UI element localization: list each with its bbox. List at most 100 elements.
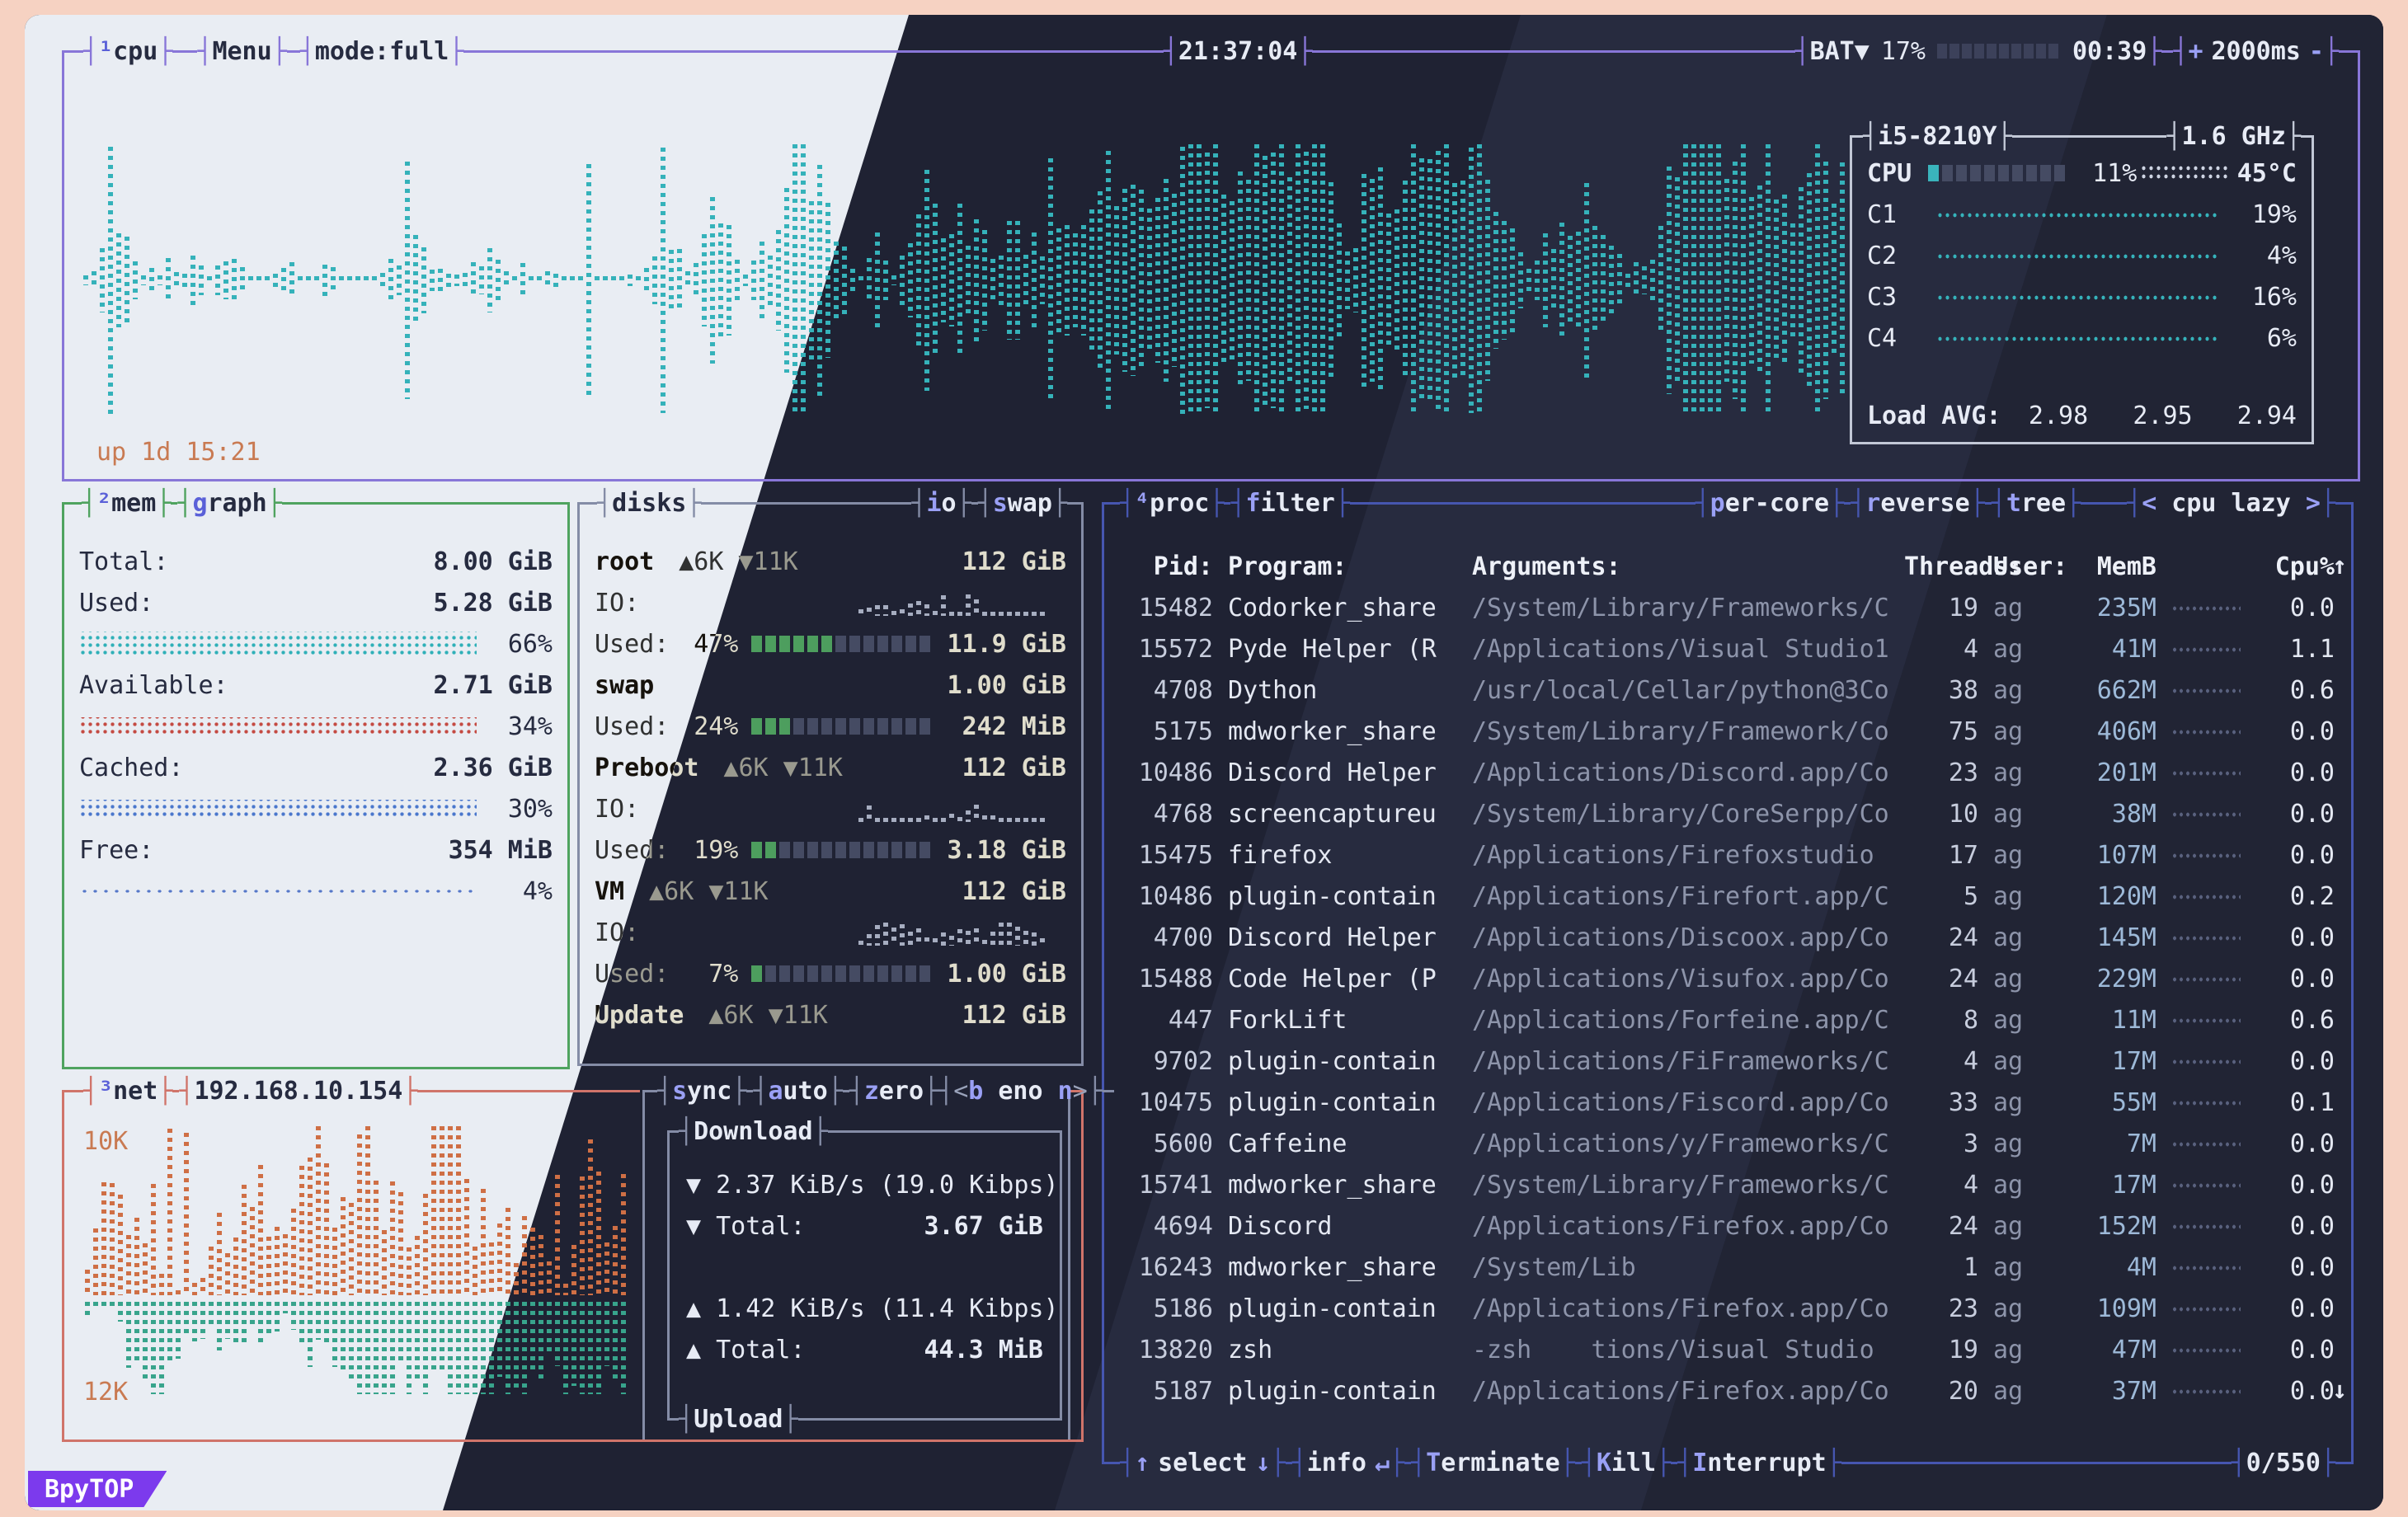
box-border-line (1286, 1462, 1292, 1464)
process-row[interactable]: 15488Code Helper (P/Applications/Visufox… (1104, 958, 2351, 999)
proc-cell-mem: 47M (2058, 1336, 2156, 1364)
net-button-sync[interactable]: sync (657, 1077, 746, 1106)
process-cpu-mini-graph (2171, 1139, 2241, 1148)
box-border-line (1067, 502, 1084, 505)
iface-prev-button[interactable]: b (968, 1077, 983, 1106)
interval-value: 2000ms (2212, 37, 2301, 66)
tree-toggle[interactable]: tree (1992, 489, 2081, 518)
proc-cell-pid: 4700 (1121, 923, 1213, 952)
process-row[interactable]: 5186plugin-contain/Applications/Firefox.… (1104, 1288, 2351, 1329)
proc-cell-cpu: 0.0 (2244, 841, 2335, 870)
menu-button[interactable]: Menu (197, 37, 286, 66)
interrupt-button[interactable]: Interrupt (1677, 1449, 1841, 1477)
disk-io-speeds: ▲6K ▼11K (649, 877, 769, 906)
process-row[interactable]: 4768screencaptureu/System/Library/CoreSe… (1104, 793, 2351, 834)
process-table-header: Pid: Program: Arguments: Threads: User: … (1104, 546, 2351, 587)
reverse-toggle[interactable]: reverse (1851, 489, 1985, 518)
terminate-button[interactable]: Terminate (1411, 1449, 1575, 1477)
process-row[interactable]: 16243mdworker_share/System/Lib1ag4M0.0 (1104, 1247, 2351, 1288)
disks-tab-io[interactable]: io (911, 489, 971, 518)
process-row[interactable]: 10486plugin-contain/Applications/Firefor… (1104, 876, 2351, 917)
disk-used-row: Used: 19%3.18 GiB (580, 829, 1081, 871)
process-row[interactable]: 10475plugin-contain/Applications/Fiscord… (1104, 1082, 2351, 1123)
sort-direction-arrow[interactable]: ↑ (2332, 546, 2347, 587)
proc-cell-graph (2171, 891, 2229, 901)
download-header: Download (667, 1115, 1062, 1148)
interval-decrease-button[interactable]: - (2309, 37, 2324, 66)
disks-tab-swap[interactable]: swap (978, 489, 1067, 518)
proc-cell-args: /Applications/Visual Studio1 (1472, 635, 1889, 664)
interface-selector[interactable]: <b eno n> (938, 1077, 1103, 1106)
memory-free-row: Free:354 MiB (64, 829, 567, 871)
kill-button[interactable]: Kill (1582, 1449, 1671, 1477)
net-button-auto[interactable]: auto (753, 1077, 842, 1106)
sort-prev-button[interactable]: < (2142, 489, 2156, 518)
process-row[interactable]: 5600Caffeine/Applications/y/Frameworks/C… (1104, 1123, 2351, 1164)
proc-cell-program: ForkLift (1228, 1006, 1457, 1035)
column-user[interactable]: User: (1993, 552, 2043, 581)
process-row[interactable]: 15482Codorker_share/System/Library/Frame… (1104, 587, 2351, 628)
box-border-line (62, 502, 82, 505)
interval-increase-button[interactable]: + (2188, 37, 2203, 66)
proc-cell-threads: 1 (1904, 1253, 1978, 1282)
proc-cell-args: /System/Library/Framework/Co (1472, 717, 1889, 746)
net-button-zero[interactable]: zero (849, 1077, 938, 1106)
proc-cell-args: /Applications/FiFrameworks/C (1472, 1047, 1889, 1076)
column-cpu[interactable]: Cpu% (2244, 552, 2335, 581)
proc-cell-cpu: 0.0 (2244, 800, 2335, 829)
process-row[interactable]: 5187plugin-contain/Applications/Firefox.… (1104, 1370, 2351, 1411)
memory-label: Free: (79, 836, 153, 865)
column-arguments[interactable]: Arguments: (1472, 552, 1889, 581)
proc-cell-cpu: 0.0 (2244, 594, 2335, 622)
iface-next-button[interactable]: n (1058, 1077, 1073, 1106)
proc-cell-program: plugin-contain (1228, 1377, 1457, 1406)
proc-cell-user: ag (1993, 1088, 2043, 1117)
box-border-line (1575, 1462, 1582, 1464)
cpu-total-row: CPU 11% 45°C (1852, 153, 2312, 194)
sort-selector[interactable]: < cpu lazy > (2127, 489, 2335, 518)
scroll-down-indicator[interactable]: ↓ (2332, 1370, 2347, 1411)
process-row[interactable]: 10486Discord Helper/Applications/Discord… (1104, 752, 2351, 793)
select-control[interactable]: ↑select↓ (1120, 1449, 1286, 1477)
column-pid[interactable]: Pid: (1121, 552, 1213, 581)
refresh-interval-control[interactable]: +2000ms- (2173, 37, 2339, 66)
box-border-line (1850, 135, 1863, 138)
process-row[interactable]: 15475firefox/Applications/Firefoxstudio1… (1104, 834, 2351, 876)
mode-toggle[interactable]: mode:full (300, 37, 464, 66)
proc-cell-pid: 13820 (1121, 1336, 1213, 1364)
proc-cell-program: Discord Helper (1228, 923, 1457, 952)
box-border-line (417, 1090, 640, 1092)
filter-button[interactable]: filter (1230, 489, 1350, 518)
box-border-line (667, 1418, 679, 1421)
process-row[interactable]: 15741mdworker_share/System/Library/Frame… (1104, 1164, 2351, 1205)
process-row[interactable]: 4700Discord Helper/Applications/Discoox.… (1104, 917, 2351, 958)
proc-cell-threads: 4 (1904, 635, 1978, 664)
per-core-toggle[interactable]: per-core (1695, 489, 1845, 518)
column-threads[interactable]: Threads: (1904, 552, 1978, 581)
process-row[interactable]: 15572Pyde Helper (R/Applications/Visual … (1104, 628, 2351, 669)
info-button[interactable]: info↵ (1292, 1449, 1404, 1477)
process-row[interactable]: 5175mdworker_share/System/Library/Framew… (1104, 711, 2351, 752)
box-border-line (1985, 502, 1992, 505)
disk-entry-row: VM▲6K ▼11K112 GiB (580, 871, 1081, 912)
sort-next-button[interactable]: > (2306, 489, 2321, 518)
process-row[interactable]: 447ForkLift/Applications/Forfeine.app/C8… (1104, 999, 2351, 1040)
filter-label: ilter (1261, 489, 1335, 518)
process-row[interactable]: 9702plugin-contain/Applications/FiFramew… (1104, 1040, 2351, 1082)
select-down-arrow[interactable]: ↓ (1256, 1449, 1271, 1477)
column-program[interactable]: Program: (1228, 552, 1457, 581)
process-row[interactable]: 4708Dython/usr/local/Cellar/python@3Co38… (1104, 669, 2351, 711)
proc-cell-graph (2171, 809, 2229, 819)
proc-cell-threads: 24 (1904, 965, 1978, 993)
select-up-arrow[interactable]: ↑ (1135, 1449, 1150, 1477)
proc-cell-threads: 38 (1904, 676, 1978, 705)
process-cpu-mini-graph (2171, 1097, 2241, 1107)
box-border-line (62, 1090, 83, 1092)
column-memory[interactable]: MemB (2058, 552, 2156, 581)
memory-tab-graph[interactable]: graph (177, 489, 281, 518)
process-row[interactable]: 13820zsh-zsh tions/Visual Studio19ag47M0… (1104, 1329, 2351, 1370)
proc-cell-threads: 20 (1904, 1377, 1978, 1406)
process-row[interactable]: 4694Discord/Applications/Firefox.app/Co2… (1104, 1205, 2351, 1247)
network-panel-header: sync auto zero <b eno n> (642, 1074, 1070, 1107)
memory-free-graph-row: 4% (64, 871, 567, 912)
